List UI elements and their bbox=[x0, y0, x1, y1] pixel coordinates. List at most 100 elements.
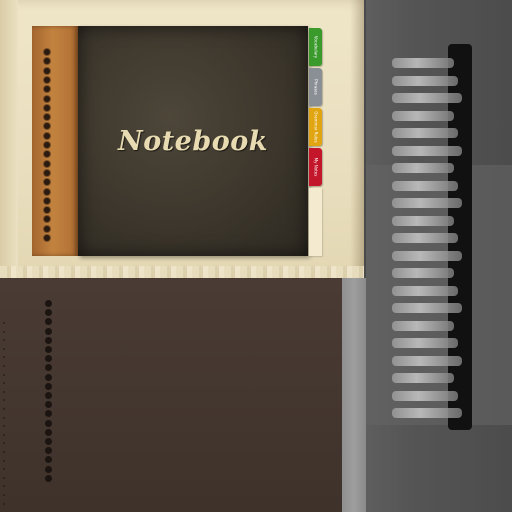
texture-sheet: Notebook Vocabulary Phrases Grammar Rule… bbox=[0, 0, 512, 512]
page-edge-dot bbox=[3, 494, 5, 496]
spiral-coil-tick bbox=[392, 145, 462, 156]
page-edge-dot bbox=[3, 322, 5, 324]
spiral-coil-tick bbox=[392, 58, 454, 68]
page-edge-dot bbox=[3, 502, 5, 505]
page-binding-hole bbox=[45, 392, 52, 399]
spine-binding-hole bbox=[44, 49, 50, 55]
gray-texture-map bbox=[366, 0, 512, 512]
tab-grammar-rules-label: Grammar Rules bbox=[313, 111, 318, 143]
spine-binding-hole bbox=[44, 225, 50, 232]
page-binding-hole bbox=[45, 456, 52, 464]
page-binding-hole bbox=[45, 318, 52, 326]
page-binding-hole bbox=[45, 419, 52, 427]
spiral-coil-tick bbox=[392, 303, 462, 313]
page-edge-dot bbox=[3, 382, 5, 385]
spine-binding-hole bbox=[44, 179, 50, 186]
tab-vocabulary[interactable]: Vocabulary bbox=[309, 28, 322, 66]
page-binding-hole bbox=[45, 355, 52, 363]
page-edge-dot bbox=[3, 330, 5, 333]
spine-binding-hole bbox=[44, 123, 50, 130]
spiral-coil-tick bbox=[392, 320, 454, 331]
page-binding-hole bbox=[45, 336, 52, 344]
spiral-coil-tick bbox=[392, 285, 458, 296]
tab-my-notes-label: My Notes bbox=[313, 157, 318, 177]
spine-binding-hole bbox=[44, 216, 50, 223]
spiral-coil-tick bbox=[392, 390, 458, 401]
page-edge-dot bbox=[3, 468, 5, 471]
page-edge-dot bbox=[3, 365, 5, 367]
page-binding-hole bbox=[45, 438, 52, 445]
tab-grammar-rules[interactable]: Grammar Rules bbox=[309, 108, 322, 146]
spiral-coil-tick bbox=[392, 215, 454, 226]
spiral-coil-tick bbox=[392, 355, 462, 366]
page-binding-hole bbox=[45, 447, 52, 455]
page-binding-hole bbox=[45, 382, 52, 390]
spine-binding-hole bbox=[44, 197, 50, 204]
page-edge-dot bbox=[3, 339, 5, 342]
tab-my-notes[interactable]: My Notes bbox=[309, 148, 322, 186]
spiral-coil-tick bbox=[392, 268, 454, 278]
page-edge-dot bbox=[3, 416, 5, 419]
page-edge-dot bbox=[3, 408, 5, 410]
spiral-coil-tick bbox=[392, 338, 458, 348]
page-binding-hole bbox=[45, 474, 52, 482]
spine-binding-hole bbox=[44, 207, 50, 214]
spiral-coil-tick bbox=[392, 110, 454, 121]
page-binding-hole bbox=[45, 373, 52, 381]
page-binding-hole bbox=[45, 401, 52, 409]
gray-strip bbox=[342, 278, 366, 512]
cream-page-shadow bbox=[350, 0, 364, 278]
spine-binding-hole bbox=[44, 160, 50, 167]
page-binding-hole bbox=[45, 309, 52, 317]
spine-binding-hole bbox=[44, 114, 50, 121]
cover-title: Notebook bbox=[118, 126, 268, 157]
spiral-coil-tick bbox=[392, 198, 462, 208]
spine-binding-hole bbox=[44, 142, 50, 148]
cover-spine bbox=[32, 26, 78, 256]
page-edge-dot bbox=[3, 459, 5, 462]
page-binding-hole bbox=[45, 364, 52, 372]
cream-page-margin bbox=[0, 0, 18, 278]
page-edge-dot bbox=[3, 356, 5, 359]
spiral-coil-tick bbox=[392, 180, 458, 191]
spine-binding-hole bbox=[44, 58, 50, 65]
spiral-coil-tick bbox=[392, 250, 462, 261]
spine-binding-hole bbox=[44, 169, 50, 176]
spine-binding-hole bbox=[44, 86, 50, 93]
tab-phrases-label: Phrases bbox=[313, 79, 318, 95]
page-binding-hole bbox=[45, 300, 52, 307]
page-edge-dot bbox=[3, 347, 5, 350]
cream-page: Notebook Vocabulary Phrases Grammar Rule… bbox=[0, 0, 364, 278]
notebook-cover[interactable]: Notebook bbox=[32, 26, 308, 256]
tab-phrases[interactable]: Phrases bbox=[309, 68, 322, 106]
tab-vocabulary-label: Vocabulary bbox=[313, 35, 318, 59]
page-binding-hole bbox=[45, 327, 52, 335]
brown-page bbox=[0, 278, 342, 512]
cream-page-torn-edge bbox=[0, 266, 364, 278]
page-edge-dot bbox=[3, 373, 5, 376]
spiral-coil-tick bbox=[392, 373, 454, 383]
page-binding-hole bbox=[45, 465, 52, 473]
spiral-coil-tick bbox=[392, 233, 458, 243]
page-edge-dot bbox=[3, 485, 5, 488]
page-edge-dot bbox=[3, 390, 5, 393]
spine-binding-hole bbox=[44, 104, 50, 111]
page-edge-dot bbox=[3, 425, 5, 428]
page-edge-dot bbox=[3, 451, 5, 453]
spiral-coil-tick bbox=[392, 93, 462, 103]
spine-binding-hole bbox=[44, 151, 50, 158]
spiral-coil-tick bbox=[392, 128, 458, 138]
spine-binding-hole bbox=[44, 76, 50, 83]
spine-binding-hole bbox=[44, 235, 50, 241]
page-binding-hole bbox=[45, 428, 52, 436]
spiral-coil-tick bbox=[392, 408, 462, 418]
spiral-coil-tick bbox=[392, 163, 454, 173]
cover-board: Notebook bbox=[78, 26, 308, 256]
page-edge-dot bbox=[3, 399, 5, 402]
page-edge-dot bbox=[3, 476, 5, 479]
spine-binding-hole bbox=[44, 132, 50, 139]
page-binding-hole bbox=[45, 410, 52, 418]
tab-blank-strip bbox=[309, 188, 322, 256]
section-tabs: Vocabulary Phrases Grammar Rules My Note… bbox=[309, 26, 323, 256]
page-edge-dot bbox=[3, 442, 5, 445]
